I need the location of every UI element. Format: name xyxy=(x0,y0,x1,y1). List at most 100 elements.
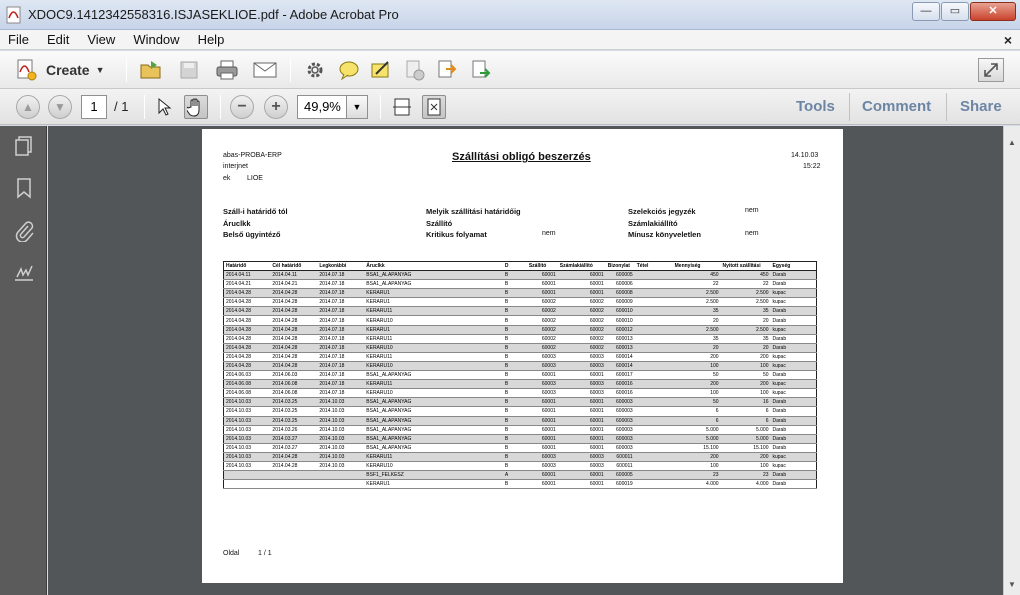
scroll-up-icon[interactable]: ▲ xyxy=(1008,138,1016,147)
hand-tool-button[interactable] xyxy=(184,95,208,119)
table-cell: B xyxy=(502,270,527,281)
zoom-in-button[interactable]: + xyxy=(264,95,288,119)
table-cell: 600006 xyxy=(605,279,635,290)
table-cell: 60003 xyxy=(557,452,606,462)
table-cell: Darab xyxy=(770,425,817,435)
table-cell: BSA1_ALAPANYAG xyxy=(364,397,503,408)
table-cell: kupac xyxy=(770,379,817,390)
signatures-panel-button[interactable] xyxy=(12,262,36,286)
settings-button[interactable] xyxy=(302,58,328,82)
pages-panel-button[interactable] xyxy=(12,134,36,158)
table-cell: kupac xyxy=(770,452,817,462)
send-button[interactable] xyxy=(468,58,494,82)
save-button[interactable] xyxy=(176,58,202,82)
table-cell: kupac xyxy=(770,388,817,399)
email-button[interactable] xyxy=(252,58,278,82)
table-cell: 600011 xyxy=(605,461,635,472)
title-bar: XDOC9.1412342558316.ISJASEKLIOE.pdf - Ad… xyxy=(0,0,1020,30)
table-cell xyxy=(634,406,673,417)
zoom-out-button[interactable]: − xyxy=(230,95,254,119)
sign-button[interactable] xyxy=(368,58,394,82)
table-cell: kupac xyxy=(770,297,817,308)
table-cell: B xyxy=(502,279,527,290)
table-cell: 2014.07.18 xyxy=(317,352,365,362)
report-title: Szállítási obligó beszerzés xyxy=(452,151,591,163)
table-row: 2014.04.28 2014.04.28 2014.07.18 KERARU11 B 6… xyxy=(223,352,817,362)
full-screen-button[interactable] xyxy=(978,58,1004,82)
menu-edit[interactable]: Edit xyxy=(45,32,71,47)
menu-view[interactable]: View xyxy=(85,32,117,47)
table-cell xyxy=(270,479,318,490)
menu-help[interactable]: Help xyxy=(196,32,227,47)
table-cell: kupac xyxy=(770,352,817,362)
table-cell: 2014.04.28 xyxy=(270,452,318,462)
open-button[interactable] xyxy=(138,58,164,82)
save-icon xyxy=(180,61,198,79)
table-cell: 600014 xyxy=(605,352,635,362)
table-cell: BSF1_FELKESZ xyxy=(364,470,503,481)
comment-button[interactable] xyxy=(336,58,362,82)
table-cell: 60003 xyxy=(526,361,558,372)
vertical-scrollbar[interactable]: ▲ ▼ xyxy=(1003,126,1020,595)
table-cell: KERARU1 xyxy=(364,297,503,308)
table-cell: 2014.06.08 xyxy=(223,388,271,399)
scroll-down-icon[interactable]: ▼ xyxy=(1008,580,1016,589)
table-cell xyxy=(634,452,673,462)
table-cell: B xyxy=(502,297,527,308)
maximize-button[interactable]: ▭ xyxy=(941,2,969,21)
table-cell: 35 xyxy=(672,306,721,317)
table-cell: 60003 xyxy=(526,379,558,390)
close-window-button[interactable]: ✕ xyxy=(970,2,1016,21)
table-cell: 2014.04.28 xyxy=(223,297,271,308)
table-cell: KERARU1 xyxy=(364,325,503,335)
table-cell: 60001 xyxy=(557,416,606,426)
table-cell: 2014.04.28 xyxy=(270,288,318,299)
table-cell: 60003 xyxy=(526,388,558,399)
table-row: 2014.06.08 2014.06.08 2014.07.18 KERARU11 B 6… xyxy=(223,379,817,390)
table-cell: 60003 xyxy=(526,452,558,462)
table-cell: BSA1_ALAPANYAG xyxy=(364,434,503,444)
close-document-button[interactable]: × xyxy=(1004,32,1012,48)
minimize-button[interactable]: — xyxy=(912,2,940,21)
table-cell xyxy=(634,288,673,299)
export-button[interactable] xyxy=(434,58,460,82)
next-page-button[interactable]: ▼ xyxy=(48,95,72,119)
table-cell: 2014.10.03 xyxy=(223,416,271,426)
table-cell: 60002 xyxy=(526,297,558,308)
previous-page-button[interactable]: ▲ xyxy=(16,95,40,119)
table-cell: 60003 xyxy=(557,388,606,399)
table-cell: 2014.04.28 xyxy=(270,361,318,372)
menu-window[interactable]: Window xyxy=(131,32,181,47)
table-cell: 60001 xyxy=(526,416,558,426)
tools-pane-link[interactable]: Tools xyxy=(796,98,835,115)
table-cell: 2014.03.26 xyxy=(270,425,318,435)
table-row: 2014.10.03 2014.03.26 2014.10.03 BSA1_ALAPA… xyxy=(223,425,817,435)
table-cell: kupac xyxy=(770,325,817,335)
table-cell: 2014.07.18 xyxy=(317,297,365,308)
share-pane-link[interactable]: Share xyxy=(960,98,1002,115)
table-cell: Darab xyxy=(770,334,817,344)
create-button[interactable]: Create ▼ xyxy=(16,57,105,83)
table-cell: 2014.07.18 xyxy=(317,334,365,344)
select-tool-button[interactable] xyxy=(152,95,176,119)
zoom-level-input[interactable]: 49,9% xyxy=(297,95,347,119)
comment-pane-link[interactable]: Comment xyxy=(862,98,931,115)
page-number-input[interactable]: 1 xyxy=(81,95,107,119)
table-cell xyxy=(634,306,673,317)
navigation-pane xyxy=(0,126,47,595)
bookmarks-panel-button[interactable] xyxy=(12,176,36,200)
zoom-dropdown-button[interactable]: ▼ xyxy=(346,95,368,119)
attachments-panel-button[interactable] xyxy=(12,219,36,243)
table-cell: 60002 xyxy=(526,343,558,353)
fit-page-button[interactable] xyxy=(422,95,446,119)
table-cell: 2014.04.11 xyxy=(270,270,318,281)
table-cell: 2014.03.25 xyxy=(270,406,318,417)
column-header: Bizonylat xyxy=(605,261,635,271)
menu-file[interactable]: File xyxy=(6,32,31,47)
table-row: 2014.04.28 2014.04.28 2014.07.18 KERARU1 B 60… xyxy=(223,325,817,335)
fit-width-button[interactable] xyxy=(390,95,414,119)
delete-button[interactable] xyxy=(402,58,428,82)
chevron-down-icon: ▼ xyxy=(352,102,362,112)
table-cell xyxy=(634,397,673,408)
print-button[interactable] xyxy=(214,58,240,82)
